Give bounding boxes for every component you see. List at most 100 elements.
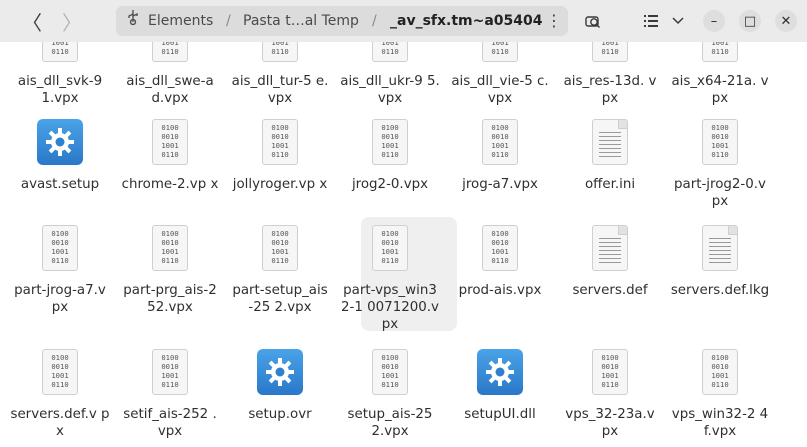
file-name-label: part-prg_ais-252.vpx bbox=[123, 283, 217, 315]
binary-file-icon-glyph: 0110 bbox=[51, 46, 69, 56]
file-name-label: servers.def bbox=[572, 283, 648, 298]
file-item[interactable]: 0100001010010110 ais_res-13d. vpx bbox=[560, 42, 660, 107]
file-item[interactable]: 0100 0010 1001 0110 vps_win32-2 4f.vpx bbox=[670, 349, 770, 440]
binary-file-icon-glyph: 0110 bbox=[491, 46, 509, 56]
file-item[interactable]: setupUI.dll bbox=[450, 349, 550, 423]
binary-file-icon: 0100001010010110 bbox=[702, 119, 738, 165]
file-item[interactable]: 0100001010010110 ais_dll_swe-ad.vpx bbox=[120, 42, 220, 107]
file-item[interactable]: 0100 0010 1001 0110 vps_32-23a.v px bbox=[560, 349, 660, 440]
file-item[interactable]: 0100 0010 1001 0110 servers.def.v px bbox=[10, 349, 110, 440]
binary-file-icon-glyph: 0110 bbox=[161, 255, 179, 265]
binary-file-icon-glyph: 0110 bbox=[381, 46, 399, 56]
file-item[interactable]: 0100001010010110 ais_x64-21a. vpx bbox=[670, 42, 770, 107]
binary-file-icon: 0100001010010110 bbox=[152, 119, 188, 165]
binary-file-icon-glyph: 0110 bbox=[381, 149, 399, 159]
binary-file-icon: 0100001010010110 bbox=[262, 119, 298, 165]
file-name-label: ais_res-13d. vpx bbox=[563, 74, 657, 106]
file-name-label: jrog-a7.vpx bbox=[462, 177, 538, 192]
file-item[interactable]: 0100 0010 1001 0110 chrome-2.vp x bbox=[120, 119, 220, 193]
binary-file-icon-glyph: 0110 bbox=[711, 379, 729, 389]
file-name-label: prod-ais.vpx bbox=[458, 283, 542, 298]
file-item[interactable]: 0100 0010 1001 0110 part-jrog-a7.vpx bbox=[10, 225, 110, 316]
forward-button[interactable]: 〉 bbox=[56, 6, 88, 36]
file-item[interactable]: 0100 0010 1001 0110 setif_ais-252 .vpx bbox=[120, 349, 220, 440]
file-name-label: vps_win32-2 4f.vpx bbox=[671, 407, 769, 439]
file-name-label: ais_dll_ukr-9 5.vpx bbox=[340, 74, 440, 106]
file-name-label: ais_dll_vie-5 c.vpx bbox=[451, 74, 549, 106]
path-segment-middle[interactable]: Pasta t…al Temp bbox=[243, 6, 359, 36]
file-name-label: offer.ini bbox=[584, 177, 636, 192]
binary-file-icon-glyph: 0110 bbox=[161, 149, 179, 159]
path-segment-root[interactable]: Elements bbox=[148, 6, 213, 36]
file-item[interactable]: 0100 0010 1001 0110 setup_ais-25 2.vpx bbox=[340, 349, 440, 440]
file-item[interactable]: offer.ini bbox=[560, 119, 660, 193]
gear-icon bbox=[37, 119, 83, 165]
path-menu-icon[interactable]: ⋮ bbox=[546, 6, 562, 36]
gear-icon bbox=[477, 349, 523, 395]
file-name-label: servers.def.v px bbox=[10, 407, 110, 439]
file-item[interactable]: avast.setup bbox=[10, 119, 110, 193]
file-item[interactable]: servers.def.lkg bbox=[670, 225, 770, 299]
binary-file-icon-glyph: 0110 bbox=[711, 149, 729, 159]
binary-file-icon: 0100001010010110 bbox=[262, 225, 298, 271]
file-item[interactable]: 0100 0010 1001 0110 jrog2-0.vpx bbox=[340, 119, 440, 193]
text-file-icon bbox=[702, 225, 738, 271]
file-item[interactable]: 0100 0010 1001 0110 part-setup_ais-25 2.vpx bbox=[230, 225, 330, 316]
file-name-label: ais_dll_svk-9 1.vpx bbox=[17, 74, 103, 106]
file-item[interactable]: 0100001010010110 ais_dll_tur-5 e.vpx bbox=[230, 42, 330, 107]
file-item-selected[interactable]: 0100 0010 1001 0110 part-vps_win32-1 0071200… bbox=[340, 225, 440, 333]
binary-file-icon: 0100001010010110 bbox=[482, 119, 518, 165]
binary-file-icon-glyph: 0110 bbox=[601, 379, 619, 389]
binary-file-icon: 0100001010010110 bbox=[262, 42, 298, 62]
binary-file-icon-glyph: 0110 bbox=[381, 255, 399, 265]
binary-file-icon: 0100001010010110 bbox=[152, 225, 188, 271]
binary-file-icon-glyph: 0110 bbox=[711, 46, 729, 56]
path-segment-current[interactable]: _av_sfx.tm~a05404 bbox=[390, 6, 543, 36]
file-name-label: jollyroger.vp x bbox=[232, 177, 328, 192]
binary-file-icon: 0100001010010110 bbox=[152, 42, 188, 62]
binary-file-icon-glyph: 0110 bbox=[601, 46, 619, 56]
file-name-label: setif_ais-252 .vpx bbox=[123, 407, 217, 439]
text-file-icon bbox=[592, 119, 628, 165]
file-item[interactable]: 0100001010010110 ais_dll_vie-5 c.vpx bbox=[450, 42, 550, 107]
drive-icon bbox=[126, 6, 140, 36]
file-name-label: setupUI.dll bbox=[464, 407, 536, 422]
close-button[interactable]: ✕ bbox=[775, 10, 797, 32]
file-item[interactable]: 0100 0010 1001 0110 prod-ais.vpx bbox=[450, 225, 550, 299]
header-bar: 〈 〉 Elements / Pasta t…al Temp / _av_sfx… bbox=[0, 0, 807, 42]
binary-file-icon-glyph: 0110 bbox=[271, 46, 289, 56]
file-item[interactable]: 0100 0010 1001 0110 jrog-a7.vpx bbox=[450, 119, 550, 193]
file-name-label: jrog2-0.vpx bbox=[351, 177, 429, 192]
binary-file-icon: 0100001010010110 bbox=[42, 42, 78, 62]
binary-file-icon: 0100001010010110 bbox=[42, 349, 78, 395]
maximize-button[interactable]: □ bbox=[739, 10, 761, 32]
binary-file-icon-glyph: 0110 bbox=[381, 379, 399, 389]
file-name-label: ais_x64-21a. vpx bbox=[671, 74, 769, 106]
file-item[interactable]: 0100001010010110 ais_dll_ukr-9 5.vpx bbox=[340, 42, 440, 107]
file-item[interactable]: 0100 0010 1001 0110 part-prg_ais-252.vpx bbox=[120, 225, 220, 316]
file-name-label: part-setup_ais-25 2.vpx bbox=[232, 283, 328, 315]
back-button[interactable]: 〈 bbox=[16, 6, 48, 36]
file-item[interactable]: setup.ovr bbox=[230, 349, 330, 423]
binary-file-icon-glyph: 0110 bbox=[161, 379, 179, 389]
view-options-chevron-icon[interactable] bbox=[666, 6, 690, 36]
file-item[interactable]: 0100 0010 1001 0110 part-jrog2-0.vpx bbox=[670, 119, 770, 210]
file-name-label: setup.ovr bbox=[248, 407, 312, 422]
binary-file-icon: 0100001010010110 bbox=[372, 225, 408, 271]
binary-file-icon: 0100001010010110 bbox=[482, 225, 518, 271]
binary-file-icon: 0100001010010110 bbox=[372, 42, 408, 62]
binary-file-icon: 0100001010010110 bbox=[372, 119, 408, 165]
binary-file-icon-glyph: 0110 bbox=[271, 255, 289, 265]
file-item[interactable]: 0100001010010110 ais_dll_svk-9 1.vpx bbox=[10, 42, 110, 107]
path-separator: / bbox=[226, 13, 231, 29]
list-view-icon[interactable] bbox=[638, 6, 664, 36]
file-item[interactable]: servers.def bbox=[560, 225, 660, 299]
binary-file-icon: 0100001010010110 bbox=[372, 349, 408, 395]
file-item[interactable]: 0100 0010 1001 0110 jollyroger.vp x bbox=[230, 119, 330, 193]
search-icon[interactable] bbox=[578, 6, 608, 36]
minimize-button[interactable]: – bbox=[703, 10, 725, 32]
file-grid: 0100001010010110ais_dll_svk-9 1.vpx01000… bbox=[0, 42, 807, 447]
binary-file-icon-glyph: 0110 bbox=[51, 255, 69, 265]
file-name-label: ais_dll_swe-ad.vpx bbox=[126, 74, 214, 106]
path-bar[interactable]: Elements / Pasta t…al Temp / _av_sfx.tm~… bbox=[116, 6, 568, 36]
